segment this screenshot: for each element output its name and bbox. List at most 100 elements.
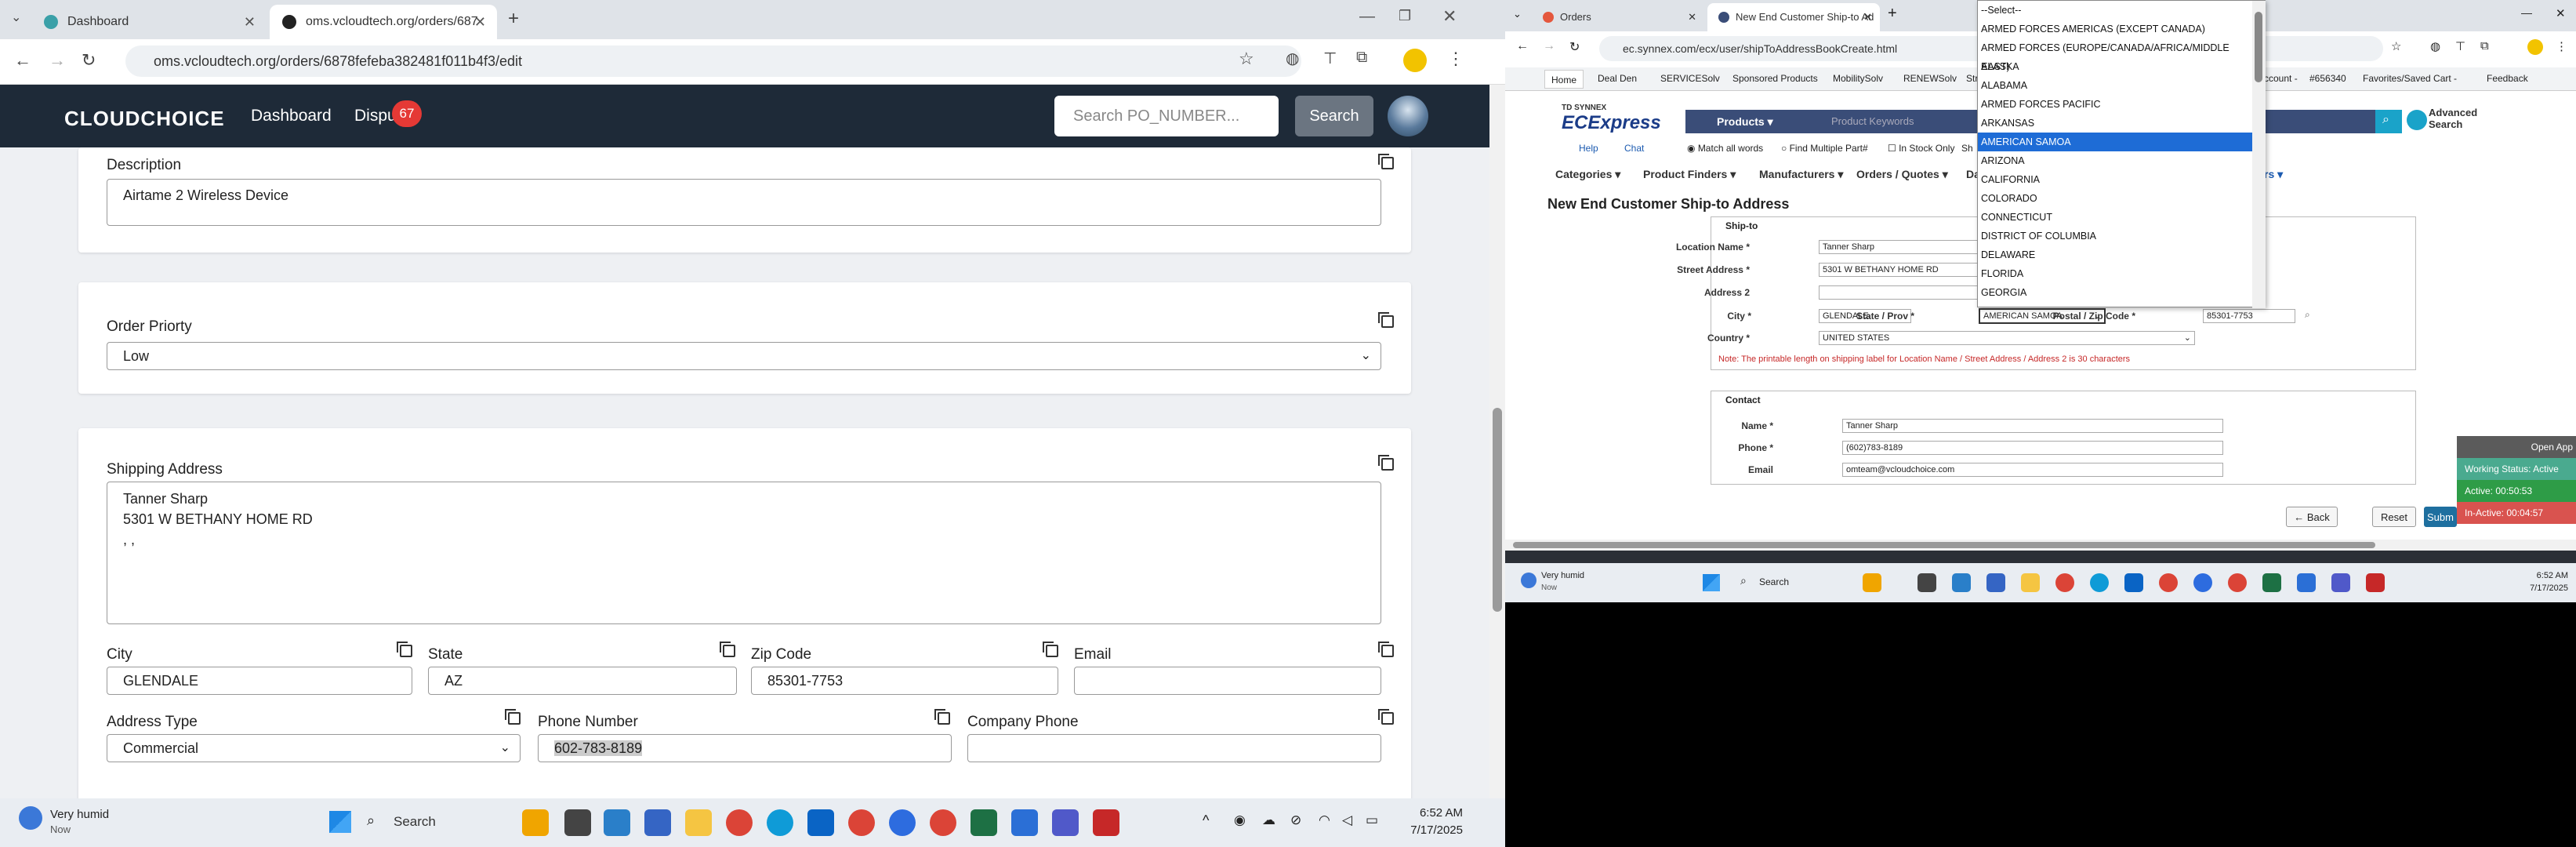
excel-icon[interactable] (971, 809, 997, 836)
tray-eye-icon[interactable]: ⊘ (1290, 812, 1301, 828)
company-phone-field[interactable] (967, 734, 1381, 762)
shipping-address-field[interactable]: Tanner Sharp 5301 W BETHANY HOME RD , , (107, 482, 1381, 624)
back-button[interactable]: ← Back (2286, 507, 2338, 527)
extensions-puzzle-icon[interactable]: ⧉ (2480, 39, 2489, 53)
close-tab-icon[interactable]: ✕ (244, 5, 256, 39)
wifi-icon[interactable]: ◠ (1319, 812, 1330, 828)
minimize-icon[interactable]: — (1359, 8, 1375, 26)
task-view-icon[interactable] (564, 809, 591, 836)
state-option[interactable]: FLORIDA (1978, 264, 2252, 283)
close-tab-icon[interactable]: ✕ (1688, 3, 1696, 31)
teams-icon[interactable] (1052, 809, 1079, 836)
state-option[interactable]: ALASKA (1978, 57, 2252, 76)
chrome-icon[interactable] (930, 809, 956, 836)
address-type-select[interactable]: Commercial ⌄ (107, 734, 521, 762)
reload-icon[interactable]: ↻ (82, 50, 96, 71)
menu-kebab-icon[interactable]: ⋮ (1447, 49, 1464, 69)
state-option[interactable]: --Select-- (1978, 1, 2252, 20)
copy-icon[interactable] (397, 642, 412, 657)
copy-icon[interactable] (1378, 642, 1394, 657)
advanced-search-icon[interactable] (2407, 110, 2427, 130)
sh-link[interactable]: Sh (1961, 143, 1973, 154)
copy-icon[interactable] (720, 642, 735, 657)
app-icon[interactable] (2297, 573, 2316, 592)
state-field[interactable]: AZ (428, 667, 737, 695)
copy-icon[interactable] (1378, 312, 1394, 328)
description-field[interactable]: Airtame 2 Wireless Device (107, 179, 1381, 226)
close-tab-icon[interactable]: ✕ (1863, 3, 1872, 31)
dropdown-scroll-thumb[interactable] (2255, 12, 2262, 82)
zip-input[interactable]: 85301-7753 (2203, 309, 2295, 323)
state-option[interactable]: ARMED FORCES PACIFIC (1978, 95, 2252, 114)
street-input[interactable]: 5301 W BETHANY HOME RD (1819, 263, 1983, 277)
clock-date[interactable]: 7/17/2025 (1397, 823, 1463, 837)
copy-icon[interactable] (934, 709, 950, 725)
edge-icon[interactable] (767, 809, 793, 836)
bookmark-star-icon[interactable]: ☆ (2391, 39, 2401, 53)
app-icon[interactable] (1952, 573, 1971, 592)
profile-icon[interactable] (2527, 39, 2543, 55)
horizontal-scroll-thumb[interactable] (1513, 542, 2375, 548)
tab-ship-to[interactable]: New End Customer Ship-to Ad ✕ (1707, 3, 1880, 31)
excel-icon[interactable] (2262, 573, 2281, 592)
menu-categories[interactable]: Categories ▾ (1555, 168, 1620, 181)
chrome-icon[interactable] (2228, 573, 2247, 592)
widget-icon[interactable] (522, 809, 549, 836)
in-stock-checkbox[interactable]: ☐ In Stock Only (1888, 143, 1954, 154)
horizontal-scrollbar[interactable] (1505, 540, 2576, 551)
weather-icon[interactable] (1521, 573, 1537, 588)
nav-renewsolv[interactable]: RENEWSolv (1903, 73, 1957, 84)
nav-sponsored[interactable]: Sponsored Products (1732, 73, 1818, 84)
chrome-icon[interactable] (726, 809, 753, 836)
start-icon[interactable] (1703, 574, 1720, 591)
file-explorer-icon[interactable] (2021, 573, 2040, 592)
state-option[interactable]: COLORADO (1978, 189, 2252, 208)
app-icon[interactable] (1011, 809, 1038, 836)
tab-order-edit[interactable]: oms.vcloudtech.org/orders/687 ✕ (270, 5, 497, 39)
state-option[interactable]: ARKANSAS (1978, 114, 2252, 133)
taskbar-search-icon[interactable]: ⌕ (1740, 574, 1747, 587)
open-app-button[interactable]: Open App (2457, 436, 2576, 458)
state-dropdown-list[interactable]: --Select-- ARMED FORCES AMERICAS (EXCEPT … (1977, 0, 2266, 308)
extensions-puzzle-icon[interactable]: ⧉ (1356, 49, 1367, 67)
sticky-app-icon[interactable] (1093, 809, 1119, 836)
submit-button[interactable]: Subm (2424, 507, 2457, 527)
state-option[interactable]: GEORGIA (1978, 283, 2252, 302)
search-icon[interactable]: ⌕ (2375, 110, 2402, 133)
scrollbar-thumb[interactable] (1493, 408, 1502, 612)
state-option[interactable]: ARMED FORCES (EUROPE/CANADA/AFRICA/MIDDL… (1978, 38, 2252, 72)
nav-home[interactable]: Home (1544, 70, 1584, 89)
app-icon[interactable] (604, 809, 630, 836)
close-tab-icon[interactable]: ✕ (474, 5, 486, 39)
nav-disputes[interactable]: Dispu (354, 107, 397, 125)
reader-icon[interactable]: ⊤ (2455, 39, 2465, 53)
profile-icon[interactable] (1403, 49, 1427, 72)
edge-icon[interactable] (2090, 573, 2109, 592)
new-tab-icon[interactable]: + (1888, 5, 1897, 23)
address2-input[interactable] (1819, 285, 1983, 300)
nav-favorites[interactable]: Favorites/Saved Cart - (2363, 73, 2457, 84)
tab-orders[interactable]: Orders ✕ (1532, 3, 1704, 31)
zip-field[interactable]: 85301-7753 (751, 667, 1058, 695)
copy-icon[interactable] (1378, 154, 1394, 169)
copy-icon[interactable] (505, 709, 521, 725)
products-select[interactable]: Products ▾ (1685, 110, 1816, 133)
avatar[interactable] (1388, 96, 1428, 136)
taskbar-search[interactable]: Search (394, 814, 436, 830)
lookup-icon[interactable]: ⌕ (2305, 309, 2310, 321)
new-tab-icon[interactable]: + (508, 8, 519, 30)
tab-dashboard[interactable]: Dashboard ✕ (31, 5, 267, 39)
back-icon[interactable]: ← (14, 50, 31, 71)
contact-name-input[interactable]: Tanner Sharp (1842, 419, 2223, 433)
forward-icon[interactable]: → (1543, 39, 1555, 53)
tab-list-icon[interactable]: ⌄ (11, 9, 21, 25)
chrome-icon[interactable] (2055, 573, 2074, 592)
tab-list-icon[interactable]: ⌄ (1513, 8, 1522, 20)
close-window-icon[interactable]: ✕ (2556, 6, 2566, 20)
copy-icon[interactable] (1043, 642, 1058, 657)
state-option[interactable]: ARMED FORCES AMERICAS (EXCEPT CANADA) (1978, 20, 2252, 38)
location-input[interactable]: Tanner Sharp (1819, 240, 1983, 254)
state-option[interactable]: CALIFORNIA (1978, 170, 2252, 189)
priority-select[interactable]: Low ⌄ (107, 342, 1381, 370)
state-option[interactable]: AMERICAN SAMOA (1978, 133, 2252, 151)
